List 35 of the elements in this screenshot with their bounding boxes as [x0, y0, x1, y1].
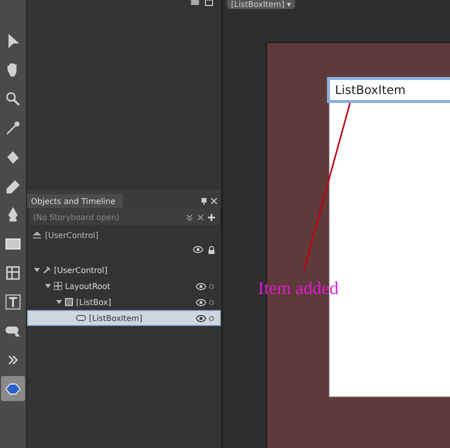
item-icon [76, 315, 86, 321]
breadcrumb[interactable]: [ListBoxItem] ▾ [227, 0, 295, 9]
chevron-down-icon[interactable] [186, 214, 193, 220]
storyboard-label: (No Storyboard open) [33, 212, 120, 222]
search-icon [5, 90, 21, 106]
expand-arrow-icon[interactable] [34, 267, 40, 273]
lock-toggle-icon[interactable] [209, 316, 214, 320]
panel-tab[interactable]: Objects and Timeline [27, 194, 124, 208]
tree-item[interactable]: [ListBoxItem] [27, 310, 221, 326]
up-arrow-icon[interactable] [33, 232, 41, 239]
close-icon[interactable] [211, 198, 217, 204]
lock-icon[interactable] [208, 246, 215, 254]
lock-toggle-icon[interactable] [209, 300, 214, 304]
tree-item[interactable]: LayoutRoot [27, 278, 221, 294]
window-icon[interactable] [205, 0, 213, 6]
grid-icon [5, 264, 21, 280]
list-box-item[interactable]: ListBoxItem [327, 77, 450, 103]
tree-item[interactable]: [ListBox] [27, 294, 221, 310]
plus-icon[interactable] [208, 214, 215, 220]
text-box-icon [5, 294, 21, 310]
eraser-icon [5, 178, 21, 194]
grid-icon [54, 282, 62, 290]
lock-toggle-icon[interactable] [209, 284, 214, 288]
tree-item[interactable]: [UserControl] [27, 262, 221, 278]
list-icon [65, 298, 73, 306]
eyedropper-icon [5, 120, 21, 136]
eye-icon[interactable] [196, 314, 206, 322]
hammer-icon [43, 266, 51, 274]
expand-arrow-icon[interactable] [45, 283, 51, 289]
tool-button[interactable] [1, 376, 25, 401]
expand-arrow-icon[interactable] [56, 299, 62, 305]
close-icon[interactable] [197, 214, 204, 220]
rectangle-icon [5, 236, 21, 252]
scope-label: [UserControl] [45, 231, 98, 240]
assets-icon [5, 380, 21, 396]
